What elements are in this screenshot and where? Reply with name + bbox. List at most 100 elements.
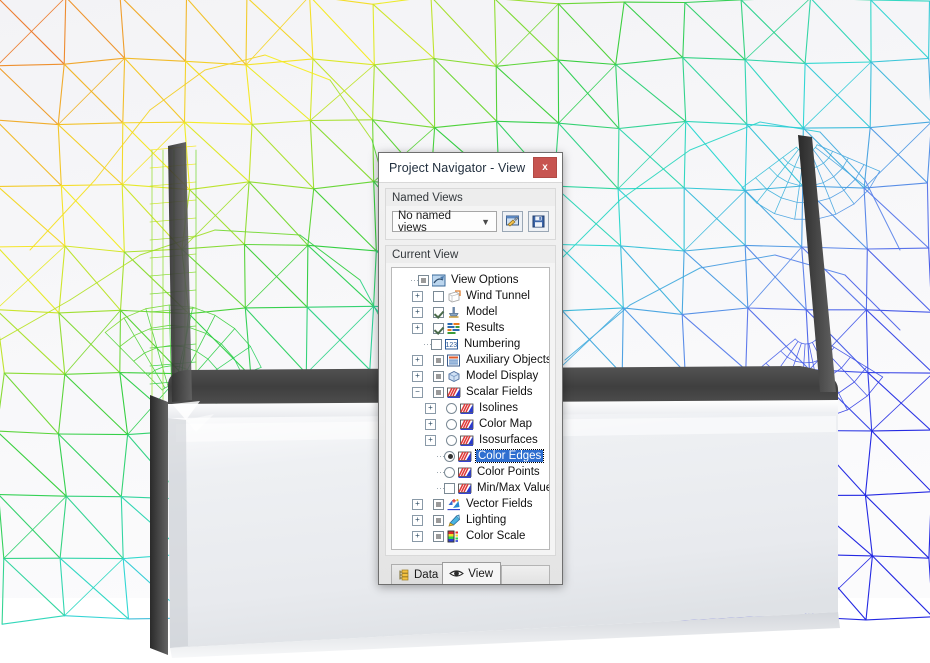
tree-item-label: Model Display xyxy=(466,370,539,382)
tree-item-label: Model xyxy=(466,306,498,318)
named-views-combobox[interactable]: No named views ▼ xyxy=(392,209,497,234)
radio-unselected[interactable] xyxy=(446,434,457,446)
tree-item-isosurfaces[interactable]: + Isosurfaces xyxy=(395,432,549,448)
save-view-button[interactable] xyxy=(528,211,549,232)
scalar-fields-icon xyxy=(458,450,472,463)
data-tree-icon xyxy=(399,569,409,580)
project-navigator-dialog[interactable]: Project Navigator - View x Named Views N… xyxy=(378,152,563,585)
eye-icon xyxy=(449,570,465,577)
expand-plus-icon[interactable]: + xyxy=(412,370,423,382)
tree-connector: ⋯ xyxy=(436,482,445,493)
checkbox-unchecked[interactable] xyxy=(444,482,455,494)
checkbox-partial[interactable] xyxy=(418,274,429,286)
model-icon xyxy=(447,306,461,319)
checkbox-partial[interactable] xyxy=(433,354,444,366)
tree-expander-placeholder xyxy=(425,484,434,493)
tab-view-label: View xyxy=(468,567,494,580)
scalar-fields-icon xyxy=(460,402,474,415)
checkbox-checked[interactable] xyxy=(433,306,444,318)
tree-item-label: Isosurfaces xyxy=(479,434,538,446)
tree-item-model-display[interactable]: + Model Display xyxy=(395,368,549,384)
tree-item-view-options[interactable]: ⋯ View Options xyxy=(395,272,549,288)
current-view-group-title: Current View xyxy=(386,246,555,263)
view-tree[interactable]: ⋯ View Options + Wind Tunnel + Model + Resu… xyxy=(392,268,549,544)
tab-strip-filler xyxy=(501,565,550,584)
close-button[interactable]: x xyxy=(533,157,557,178)
tree-item-lighting[interactable]: + Lighting xyxy=(395,512,549,528)
view-tree-scroll[interactable]: ⋯ View Options + Wind Tunnel + Model + Resu… xyxy=(391,267,550,550)
scalar-fields-icon xyxy=(458,482,472,495)
svg-text:123: 123 xyxy=(445,342,457,349)
checkbox-unchecked[interactable] xyxy=(433,290,444,302)
tree-item-wind-tunnel[interactable]: + Wind Tunnel xyxy=(395,288,549,304)
named-views-group: Named Views No named views ▼ xyxy=(385,188,556,240)
manage-views-button[interactable] xyxy=(502,211,523,232)
expand-plus-icon[interactable]: + xyxy=(412,290,423,302)
tree-item-vector-fields[interactable]: + Vector Fields xyxy=(395,496,549,512)
tree-item-results[interactable]: + Results xyxy=(395,320,549,336)
named-views-value: No named views xyxy=(398,209,452,234)
current-view-group: Current View ⋯ View Options + Wind Tunnel… xyxy=(385,245,556,556)
scalar-fields-icon xyxy=(460,418,474,431)
expand-plus-icon[interactable]: + xyxy=(412,514,423,526)
checkbox-partial[interactable] xyxy=(433,386,444,398)
tree-item-label: Min/Max Values xyxy=(477,482,550,494)
tree-item-color-points[interactable]: ⋯ Color Points xyxy=(395,464,549,480)
tree-item-auxiliary-objects[interactable]: + Auxiliary Objects xyxy=(395,352,549,368)
expand-plus-icon[interactable]: + xyxy=(412,354,423,366)
dialog-title: Project Navigator - View xyxy=(389,160,526,175)
tree-item-numbering[interactable]: ⋯ 123 Numbering xyxy=(395,336,549,352)
radio-unselected[interactable] xyxy=(446,402,457,414)
expand-plus-icon[interactable]: + xyxy=(425,434,436,446)
tree-item-color-map[interactable]: + Color Map xyxy=(395,416,549,432)
checkbox-checked[interactable] xyxy=(433,322,444,334)
checkbox-partial[interactable] xyxy=(433,514,444,526)
tree-connector: ⋯ xyxy=(436,450,445,461)
tree-item-label: Vector Fields xyxy=(466,498,533,510)
checkbox-partial[interactable] xyxy=(433,530,444,542)
named-views-group-title: Named Views xyxy=(386,189,555,206)
tree-connector: ⋯ xyxy=(423,338,432,349)
tab-data[interactable]: Data xyxy=(391,564,447,584)
tree-item-label: Scalar Fields xyxy=(466,386,533,398)
tree-item-label: Numbering xyxy=(464,338,521,350)
view-options-icon xyxy=(432,274,446,287)
vector-fields-icon xyxy=(447,498,461,511)
expand-plus-icon[interactable]: + xyxy=(412,498,423,510)
expand-plus-icon[interactable]: + xyxy=(412,306,423,318)
tree-item-scalar-fields[interactable]: − Scalar Fields xyxy=(395,384,549,400)
color-scale-icon xyxy=(447,530,461,543)
tree-item-model[interactable]: + Model xyxy=(395,304,549,320)
floppy-disk-icon xyxy=(532,215,545,228)
dialog-body: Named Views No named views ▼ Current Vie… xyxy=(379,183,562,584)
tree-item-label: Lighting xyxy=(466,514,507,526)
tree-item-label: Color Map xyxy=(479,418,533,430)
tree-item-color-edges[interactable]: ⋯ Color Edges xyxy=(395,448,549,464)
lighting-icon xyxy=(447,514,461,527)
radio-selected[interactable] xyxy=(444,450,455,462)
checkbox-partial[interactable] xyxy=(433,498,444,510)
expand-plus-icon[interactable]: + xyxy=(425,402,436,414)
wind-tunnel-icon xyxy=(447,289,461,303)
scalar-fields-icon xyxy=(460,434,474,447)
numbering-icon: 123 xyxy=(445,338,459,351)
radio-unselected[interactable] xyxy=(444,466,455,478)
expand-plus-icon[interactable]: + xyxy=(412,530,423,542)
tree-item-color-scale[interactable]: + Color Scale xyxy=(395,528,549,544)
tree-item-isolines[interactable]: + Isolines xyxy=(395,400,549,416)
tree-item-label: Wind Tunnel xyxy=(466,290,530,302)
tree-expander-placeholder xyxy=(399,276,408,285)
checkbox-partial[interactable] xyxy=(433,370,444,382)
tab-view[interactable]: View xyxy=(442,562,502,584)
scalar-fields-icon xyxy=(447,386,461,399)
expand-plus-icon[interactable]: + xyxy=(425,418,436,430)
checkbox-unchecked[interactable] xyxy=(431,338,442,350)
tree-item-label: Isolines xyxy=(479,402,518,414)
dialog-titlebar[interactable]: Project Navigator - View x xyxy=(379,153,562,183)
tree-item-min-max-values[interactable]: ⋯ Min/Max Values xyxy=(395,480,549,496)
edit-view-icon xyxy=(506,215,519,227)
radio-unselected[interactable] xyxy=(446,418,457,430)
collapse-minus-icon[interactable]: − xyxy=(412,386,423,398)
scalar-fields-icon xyxy=(458,466,472,479)
expand-plus-icon[interactable]: + xyxy=(412,322,423,334)
